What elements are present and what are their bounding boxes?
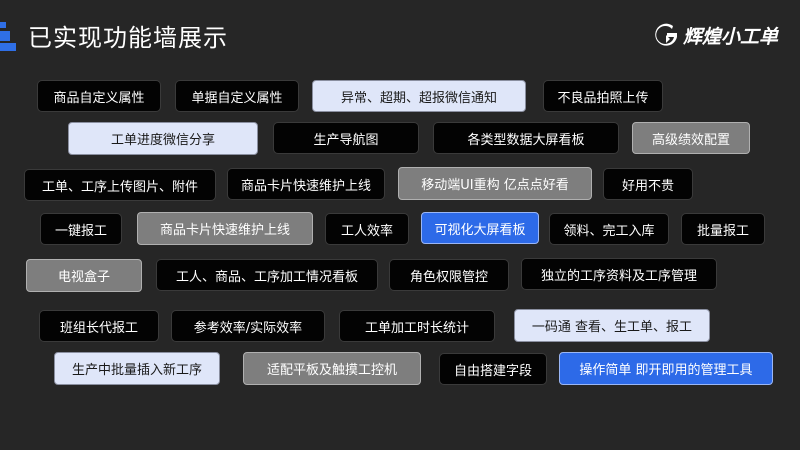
feature-tag-process-management[interactable]: 独立的工序资料及工序管理: [522, 259, 716, 289]
brand-logo-icon: [655, 23, 677, 46]
feature-tag-defect-photo[interactable]: 不良品拍照上传: [544, 81, 662, 111]
feature-tag-batch-insert-process[interactable]: 生产中批量插入新工序: [54, 352, 220, 385]
feature-tag-affordable[interactable]: 好用不贵: [604, 169, 692, 199]
feature-tag-product-card-1[interactable]: 商品卡片快速维护上线: [228, 169, 384, 199]
brand-logo-text: 辉煌小工单: [682, 25, 778, 48]
feature-tag-product-card-2[interactable]: 商品卡片快速维护上线: [137, 212, 313, 245]
feature-tag-tv-box[interactable]: 电视盒子: [26, 259, 142, 292]
feature-tag-leader-report[interactable]: 班组长代报工: [40, 311, 158, 341]
feature-tag-production-map[interactable]: 生产导航图: [274, 123, 418, 153]
feature-tag-worker-efficiency[interactable]: 工人效率: [326, 214, 408, 244]
feature-tag-role-permission[interactable]: 角色权限管控: [390, 260, 508, 290]
feature-tag-material-storage[interactable]: 领料、完工入库: [550, 214, 668, 244]
feature-tag-big-screen[interactable]: 各类型数据大屏看板: [434, 123, 618, 153]
feature-tag-batch-report[interactable]: 批量报工: [682, 214, 764, 244]
feature-tag-mobile-ui[interactable]: 移动端UI重构 亿点点好看: [398, 167, 592, 200]
feature-tag-product-custom-attr[interactable]: 商品自定义属性: [38, 81, 160, 111]
feature-tag-upload-attachments[interactable]: 工单、工序上传图片、附件: [25, 170, 215, 200]
header-accent-squares: [0, 22, 20, 51]
feature-tag-processing-board[interactable]: 工人、商品、工序加工情况看板: [157, 260, 377, 290]
feature-tag-performance-config[interactable]: 高级绩效配置: [632, 122, 750, 154]
feature-tag-one-code[interactable]: 一码通 查看、生工单、报工: [514, 309, 710, 342]
page-title: 已实现功能墙展示: [28, 24, 228, 52]
feature-tag-one-click-report[interactable]: 一键报工: [41, 214, 121, 244]
feature-tag-progress-share[interactable]: 工单进度微信分享: [68, 122, 258, 155]
feature-tag-free-fields[interactable]: 自由搭建字段: [440, 354, 546, 384]
feature-tag-wechat-notify[interactable]: 异常、超期、超报微信通知: [312, 80, 526, 112]
brand-logo: 辉煌小工单: [653, 20, 778, 50]
feature-tag-tablet-adaptation[interactable]: 适配平板及触摸工控机: [243, 352, 421, 385]
feature-tag-duration-stats[interactable]: 工单加工时长统计: [340, 311, 494, 341]
feature-tag-visual-dashboard[interactable]: 可视化大屏看板: [421, 212, 539, 244]
feature-tag-simple-tool[interactable]: 操作简单 即开即用的管理工具: [559, 352, 773, 385]
feature-tag-efficiency-compare[interactable]: 参考效率/实际效率: [172, 311, 324, 341]
feature-tag-document-custom-attr[interactable]: 单据自定义属性: [176, 81, 298, 111]
